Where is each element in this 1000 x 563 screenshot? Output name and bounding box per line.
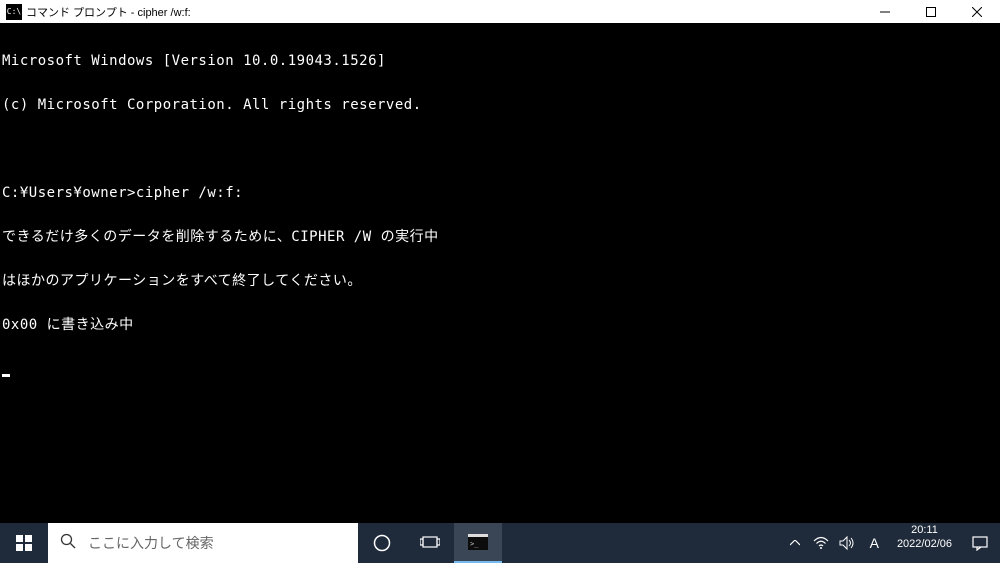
terminal-cursor-line — [2, 362, 1000, 377]
chevron-up-icon — [790, 540, 800, 546]
cortana-icon — [373, 534, 391, 552]
search-placeholder: ここに入力して検索 — [88, 533, 214, 553]
clock-date: 2022/02/06 — [897, 537, 952, 551]
close-button[interactable] — [954, 0, 1000, 23]
speaker-icon — [839, 535, 855, 551]
terminal-line: C:¥Users¥owner>cipher /w:f: — [2, 186, 1000, 201]
taskbar-app-cmd[interactable]: >_ — [454, 523, 502, 563]
window-titlebar: C:\ コマンド プロンプト - cipher /w:f: — [0, 0, 1000, 23]
cortana-button[interactable] — [358, 523, 406, 563]
terminal-line: 0x00 に書き込み中 — [2, 318, 1000, 333]
tray-overflow-button[interactable] — [786, 523, 804, 563]
window-title: コマンド プロンプト - cipher /w:f: — [26, 4, 862, 20]
terminal-line: (c) Microsoft Corporation. All rights re… — [2, 98, 1000, 113]
cmd-icon: C:\ — [6, 4, 22, 20]
windows-icon — [16, 535, 32, 551]
terminal-line: できるだけ多くのデータを削除するために、CIPHER /W の実行中 — [2, 230, 1000, 245]
search-icon — [60, 533, 76, 554]
ime-indicator[interactable]: A — [864, 535, 885, 551]
wifi-icon — [813, 535, 829, 551]
window-controls — [862, 0, 1000, 23]
notification-icon — [972, 535, 988, 551]
system-tray: A — [782, 523, 889, 563]
start-button[interactable] — [0, 523, 48, 563]
task-view-button[interactable] — [406, 523, 454, 563]
terminal-output[interactable]: Microsoft Windows [Version 10.0.19043.15… — [0, 23, 1000, 523]
taskbar: ここに入力して検索 >_ — [0, 523, 1000, 563]
cmd-taskbar-icon: >_ — [468, 534, 488, 550]
task-view-icon — [420, 535, 440, 551]
svg-text:>_: >_ — [470, 540, 479, 548]
terminal-line: Microsoft Windows [Version 10.0.19043.15… — [2, 54, 1000, 69]
terminal-line: はほかのアプリケーションをすべて終了してください。 — [2, 274, 1000, 289]
network-button[interactable] — [812, 523, 830, 563]
minimize-button[interactable] — [862, 0, 908, 23]
maximize-button[interactable] — [908, 0, 954, 23]
search-box[interactable]: ここに入力して検索 — [48, 523, 358, 563]
terminal-line — [2, 143, 1000, 157]
clock-time: 20:11 — [897, 523, 952, 537]
action-center-button[interactable] — [960, 523, 1000, 563]
clock[interactable]: 20:11 2022/02/06 — [889, 523, 960, 563]
cursor — [2, 374, 10, 377]
taskbar-spacer — [502, 523, 782, 563]
volume-button[interactable] — [838, 523, 856, 563]
